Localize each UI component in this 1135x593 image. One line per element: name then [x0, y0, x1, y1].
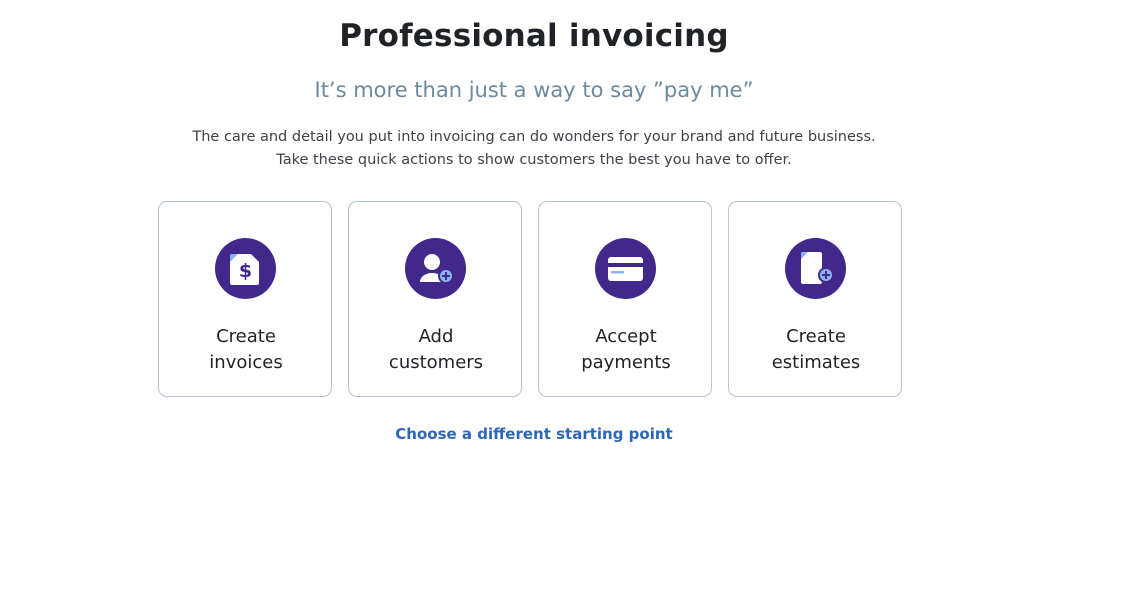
add-customer-icon — [405, 238, 466, 299]
create-invoices-label: Create invoices — [209, 326, 283, 373]
invoice-dollar-icon: $ — [215, 238, 276, 299]
create-estimates-label: Create estimates — [771, 326, 861, 373]
svg-text:$: $ — [239, 260, 252, 282]
add-document-icon — [785, 238, 846, 299]
create-estimates-card[interactable]: Create estimates — [728, 201, 902, 397]
page-title: Professional invoicing — [339, 18, 729, 54]
accept-payments-label: Accept payments — [581, 326, 671, 373]
credit-card-icon — [595, 238, 656, 299]
description-line-2: Take these quick actions to show custome… — [276, 152, 792, 168]
description-line-1: The care and detail you put into invoici… — [192, 129, 876, 145]
create-invoices-card[interactable]: $ Create invoices — [158, 201, 332, 397]
page-subtitle: It’s more than just a way to say ”pay me… — [314, 78, 754, 102]
action-cards: $ Create invoices Add customers Accept p… — [158, 201, 902, 397]
page: Professional invoicing It’s more than ju… — [0, 0, 1135, 593]
accept-payments-card[interactable]: Accept payments — [538, 201, 712, 397]
choose-different-starting-point-link[interactable]: Choose a different starting point — [0, 425, 1068, 443]
page-description: The care and detail you put into invoici… — [0, 126, 1068, 172]
add-customers-card[interactable]: Add customers — [348, 201, 522, 397]
add-customers-label: Add customers — [388, 326, 484, 373]
